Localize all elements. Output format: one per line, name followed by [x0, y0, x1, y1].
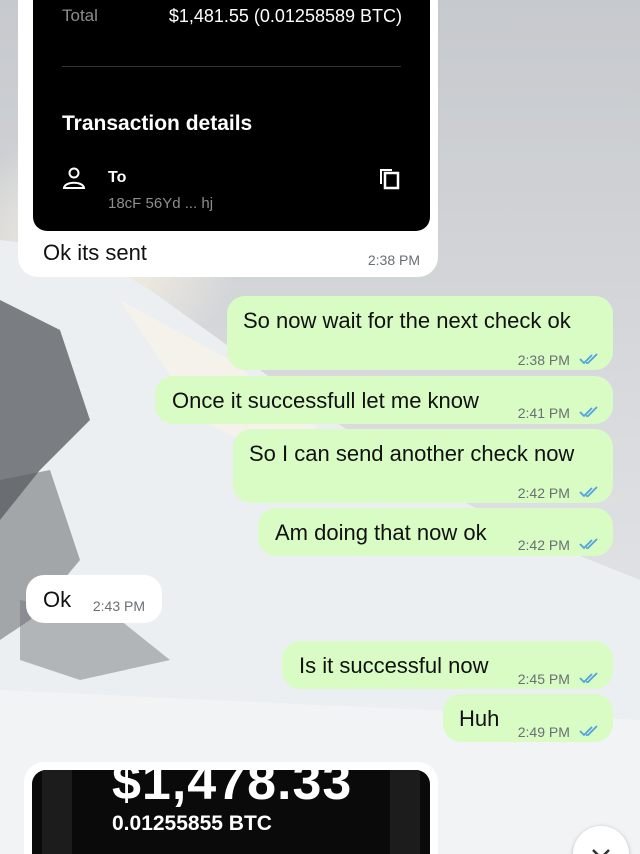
- transaction-card: Total $1,481.55 (0.01258589 BTC) Transac…: [33, 0, 430, 231]
- message-time: 2:43 PM: [92, 598, 145, 614]
- message-time: 2:42 PM: [517, 485, 570, 501]
- message-text: So now wait for the next check ok: [243, 308, 571, 333]
- message-meta: 2:45 PM: [518, 664, 599, 690]
- double-check-icon: [579, 538, 599, 550]
- total-value: $1,481.55 (0.01258589 BTC): [168, 6, 402, 26]
- double-check-icon: [579, 725, 599, 737]
- message-meta: 2:49 PM: [518, 717, 599, 743]
- amount-value: $1,478.33: [112, 770, 353, 811]
- btc-value: 0.01255855 BTC: [112, 812, 272, 835]
- message-text: Is it successful now: [299, 653, 489, 678]
- person-icon: [62, 167, 86, 189]
- message-time: 2:49 PM: [517, 724, 570, 740]
- chevron-down-icon: [592, 849, 610, 854]
- message-time: 2:45 PM: [517, 671, 570, 687]
- message-text: Huh: [459, 706, 500, 731]
- message-text: Once it successfull let me know: [172, 388, 479, 413]
- incoming-message[interactable]: Ok 2:43 PM: [26, 575, 162, 623]
- outgoing-message[interactable]: So now wait for the next check ok 2:38 P…: [227, 296, 613, 370]
- copy-icon[interactable]: [377, 166, 401, 190]
- double-check-icon: [579, 486, 599, 498]
- message-meta: 2:38 PM: [518, 345, 599, 371]
- outgoing-message[interactable]: So I can send another check now 2:42 PM: [233, 429, 613, 503]
- message-text: Ok: [43, 587, 72, 612]
- message-time: 2:38 PM: [517, 352, 570, 368]
- card-shade: [42, 770, 72, 854]
- to-label: To: [108, 169, 127, 186]
- card-caption-text: Ok its sent: [43, 240, 147, 265]
- message-text: Am doing that now ok: [275, 520, 487, 545]
- message-meta: 2:42 PM: [518, 530, 599, 556]
- transaction-card: $1,478.33 0.01255855 BTC: [32, 770, 430, 854]
- transaction-details-title: Transaction details: [62, 112, 253, 135]
- double-check-icon: [579, 672, 599, 684]
- double-check-icon: [579, 353, 599, 365]
- message-meta: 2:42 PM: [518, 478, 599, 504]
- outgoing-message[interactable]: Am doing that now ok 2:42 PM: [258, 508, 613, 556]
- message-text: So I can send another check now: [249, 441, 575, 466]
- payment-card-message[interactable]: $1,478.33 0.01255855 BTC: [24, 762, 438, 854]
- payment-card-message[interactable]: Total $1,481.55 (0.01258589 BTC) Transac…: [18, 0, 438, 277]
- card-divider: [62, 66, 401, 67]
- message-time: 2:38 PM: [367, 252, 420, 268]
- message-meta: 2:41 PM: [518, 398, 599, 424]
- to-address: 18cF 56Yd ... hj: [108, 195, 214, 212]
- total-label: Total: [62, 6, 98, 25]
- double-check-icon: [579, 406, 599, 418]
- message-time: 2:42 PM: [517, 537, 570, 553]
- outgoing-message[interactable]: Once it successfull let me know 2:41 PM: [155, 376, 613, 424]
- outgoing-message[interactable]: Is it successful now 2:45 PM: [282, 641, 613, 689]
- outgoing-message[interactable]: Huh 2:49 PM: [443, 694, 613, 742]
- card-shade: [390, 770, 420, 854]
- message-time: 2:41 PM: [517, 405, 570, 421]
